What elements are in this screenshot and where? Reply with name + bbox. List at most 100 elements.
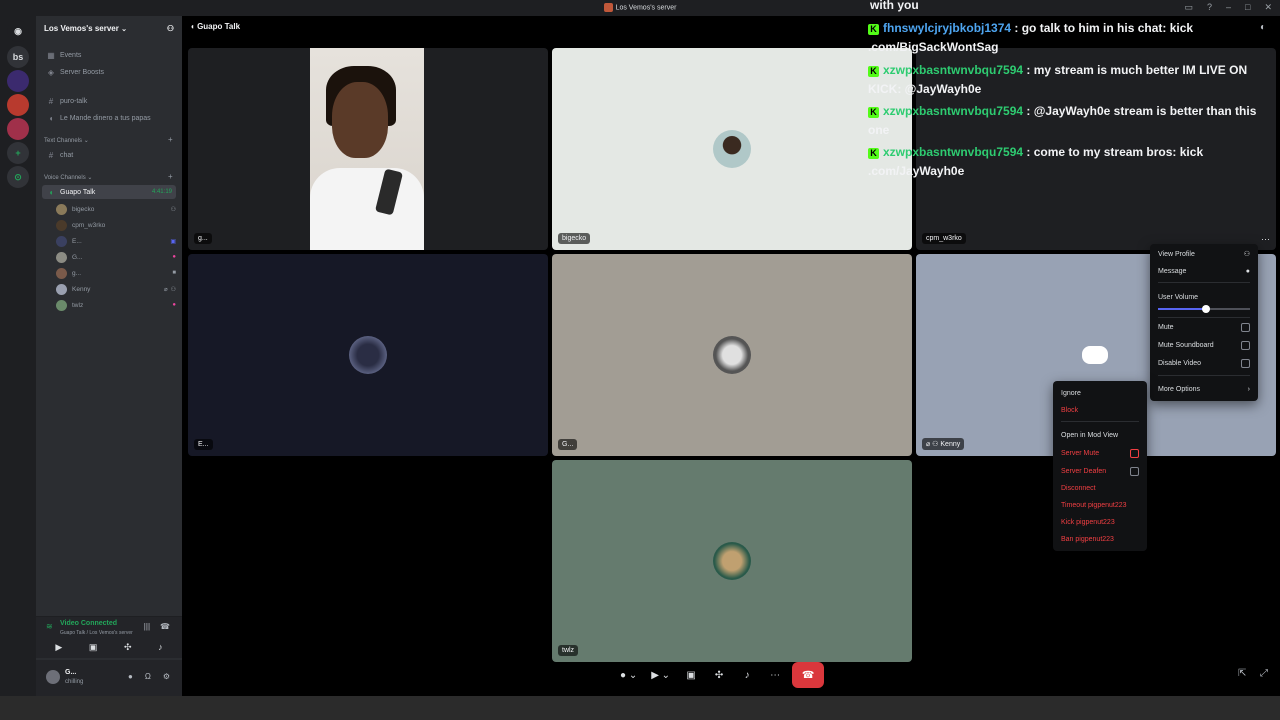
disable-video-item[interactable]: Disable Video xyxy=(1158,356,1250,370)
message-item[interactable]: Message ● xyxy=(1158,264,1250,278)
disable-video-checkbox[interactable] xyxy=(1241,358,1250,368)
discord-home-icon[interactable]: ◉ xyxy=(7,20,29,42)
video-tile[interactable]: g... xyxy=(188,48,548,250)
noise-suppression-icon[interactable]: ||| xyxy=(144,622,150,631)
voice-user[interactable]: bigecko ⚇ xyxy=(56,202,176,216)
moderation-submenu: Ignore Block Open in Mod View Server Mut… xyxy=(1053,381,1147,551)
view-profile-item[interactable]: View Profile ⚇ xyxy=(1158,247,1250,261)
mute-item[interactable]: Mute xyxy=(1158,320,1250,334)
tile-name: g... xyxy=(194,233,212,244)
microphone-button[interactable]: ● ⌄ xyxy=(616,662,641,688)
activities-button[interactable]: ✣ xyxy=(708,662,730,688)
avatar xyxy=(56,299,67,311)
channel-puro-talk[interactable]: # puro-talk xyxy=(42,94,176,108)
server-mute-checkbox[interactable] xyxy=(1130,448,1139,458)
video-tile[interactable]: twlz xyxy=(552,460,912,662)
category-text[interactable]: Text Channels ⌄ xyxy=(44,137,89,144)
deafen-icon: ⚇ xyxy=(170,206,176,213)
channel-le-mande[interactable]: ◖ Le Mande dinero a tus papas xyxy=(42,111,176,125)
server-bs[interactable]: bs xyxy=(7,46,29,68)
video-tile[interactable]: E... xyxy=(188,254,548,456)
screen-share-button[interactable]: ▣ xyxy=(680,662,702,688)
soundboard-icon[interactable]: ♪ xyxy=(158,642,163,653)
microphone-icon[interactable]: ● xyxy=(128,672,133,681)
avatar xyxy=(349,336,387,374)
ban-item[interactable]: Ban pigpenut223 xyxy=(1061,532,1139,546)
kick-icon: K xyxy=(868,148,879,159)
speaker-icon: ◖ xyxy=(48,187,54,197)
camera-button[interactable]: ▶ ⌄ xyxy=(647,662,674,688)
voice-user[interactable]: cpm_w3rko xyxy=(56,218,176,232)
avatar[interactable] xyxy=(46,670,60,684)
server-header[interactable]: Los Vemos's server ⌄ ⚇ xyxy=(36,16,182,40)
server-icon-1[interactable] xyxy=(7,70,29,92)
server-mute-item[interactable]: Server Mute xyxy=(1061,446,1139,460)
server-deafen-item[interactable]: Server Deafen xyxy=(1061,464,1139,478)
server-icon-2[interactable] xyxy=(7,94,29,116)
headphones-icon[interactable]: Ω xyxy=(145,672,151,681)
disconnect-item[interactable]: Disconnect xyxy=(1061,481,1139,495)
chat-message: Kxzwpxbasntwnvbqu7594 : @JayWayh0e strea… xyxy=(868,104,1257,137)
disconnect-call-button[interactable]: ☎ xyxy=(792,662,825,688)
add-voice-channel-icon[interactable]: + xyxy=(168,172,173,181)
disconnect-icon[interactable]: ☎ xyxy=(160,622,170,631)
call-header: ◖ Guapo Talk xyxy=(190,22,241,31)
voice-user[interactable]: twlz ● xyxy=(56,298,176,312)
mute-checkbox[interactable] xyxy=(1241,322,1250,332)
channel-chat[interactable]: # chat xyxy=(42,148,176,162)
mute-soundboard-item[interactable]: Mute Soundboard xyxy=(1158,338,1250,352)
add-member-icon[interactable]: ⚇ xyxy=(167,24,174,33)
chat-message: Kfhnswylcjryjbkobj1374 : go talk to him … xyxy=(868,21,1194,54)
tile-name: ⌀ ⚇ Kenny xyxy=(922,438,965,450)
voice-user[interactable]: Kenny ⌀ ⚇ xyxy=(56,282,176,296)
server-icon-3[interactable] xyxy=(7,118,29,140)
mic-muted-icon: ⌀ xyxy=(163,286,168,293)
video-tile[interactable]: bigecko xyxy=(552,48,912,250)
video-tile[interactable]: G... xyxy=(552,254,912,456)
camera-icon[interactable]: ▶ xyxy=(55,642,62,653)
explore-icon[interactable]: ⊙ xyxy=(7,166,29,188)
video-icon: ● xyxy=(172,254,176,260)
stream-chat-overlay: with you Kfhnswylcjryjbkobj1374 : go tal… xyxy=(868,0,1268,190)
mute-soundboard-checkbox[interactable] xyxy=(1241,340,1250,350)
hash-icon: # xyxy=(48,150,54,160)
kick-item[interactable]: Kick pigpenut223 xyxy=(1061,515,1139,529)
add-server-icon[interactable]: + xyxy=(7,142,29,164)
boosts-item[interactable]: ◈ Server Boosts xyxy=(42,65,176,79)
block-item[interactable]: Block xyxy=(1061,403,1139,417)
add-text-channel-icon[interactable]: + xyxy=(168,135,173,144)
more-button[interactable]: ⋯ xyxy=(764,662,786,688)
video-icon: ● xyxy=(172,302,176,308)
avatar xyxy=(56,251,67,263)
screen-share-icon[interactable]: ▣ xyxy=(89,642,98,653)
voice-user[interactable]: E... ▣ xyxy=(56,234,176,248)
timeout-item[interactable]: Timeout pigpenut223 xyxy=(1061,498,1139,512)
server-icon xyxy=(603,3,613,12)
window-title: Los Vemos's server xyxy=(615,4,677,12)
more-icon[interactable]: ⋯ xyxy=(1261,234,1270,245)
avatar xyxy=(56,235,67,247)
voice-user[interactable]: g... ■ xyxy=(56,266,176,280)
ignore-item[interactable]: Ignore xyxy=(1061,386,1139,400)
activities-icon[interactable]: ✣ xyxy=(124,642,132,653)
voice-user[interactable]: G... ● xyxy=(56,250,176,264)
profile-icon: ⚇ xyxy=(1243,251,1250,258)
screen-share-icon: ▣ xyxy=(170,238,176,245)
events-item[interactable]: ▦ Events xyxy=(42,48,176,62)
soundboard-button[interactable]: ♪ xyxy=(736,662,758,688)
category-voice[interactable]: Voice Channels ⌄ xyxy=(44,174,92,181)
more-options-item[interactable]: More Options › xyxy=(1158,382,1250,396)
avatar xyxy=(713,130,751,168)
user-volume-slider[interactable] xyxy=(1158,305,1250,313)
call-control-bar: ● ⌄ ▶ ⌄ ▣ ✣ ♪ ⋯ ☎ xyxy=(616,662,825,688)
settings-gear-icon[interactable]: ⚙ xyxy=(163,672,170,681)
mod-view-item[interactable]: Open in Mod View xyxy=(1061,428,1139,442)
fullscreen-icon[interactable]: ⤢ xyxy=(1260,668,1268,679)
server-deafen-checkbox[interactable] xyxy=(1130,466,1139,476)
chat-icon[interactable]: ◐ xyxy=(1260,22,1266,33)
channel-guapo-talk[interactable]: ◖ Guapo Talk 4:41:19 xyxy=(42,185,176,199)
popout-icon[interactable]: ⇱ xyxy=(1238,668,1246,679)
avatar xyxy=(56,203,67,215)
kick-icon: K xyxy=(868,107,879,118)
chat-message: Kxzwpxbasntwnvbqu7594 : come to my strea… xyxy=(868,145,1204,178)
